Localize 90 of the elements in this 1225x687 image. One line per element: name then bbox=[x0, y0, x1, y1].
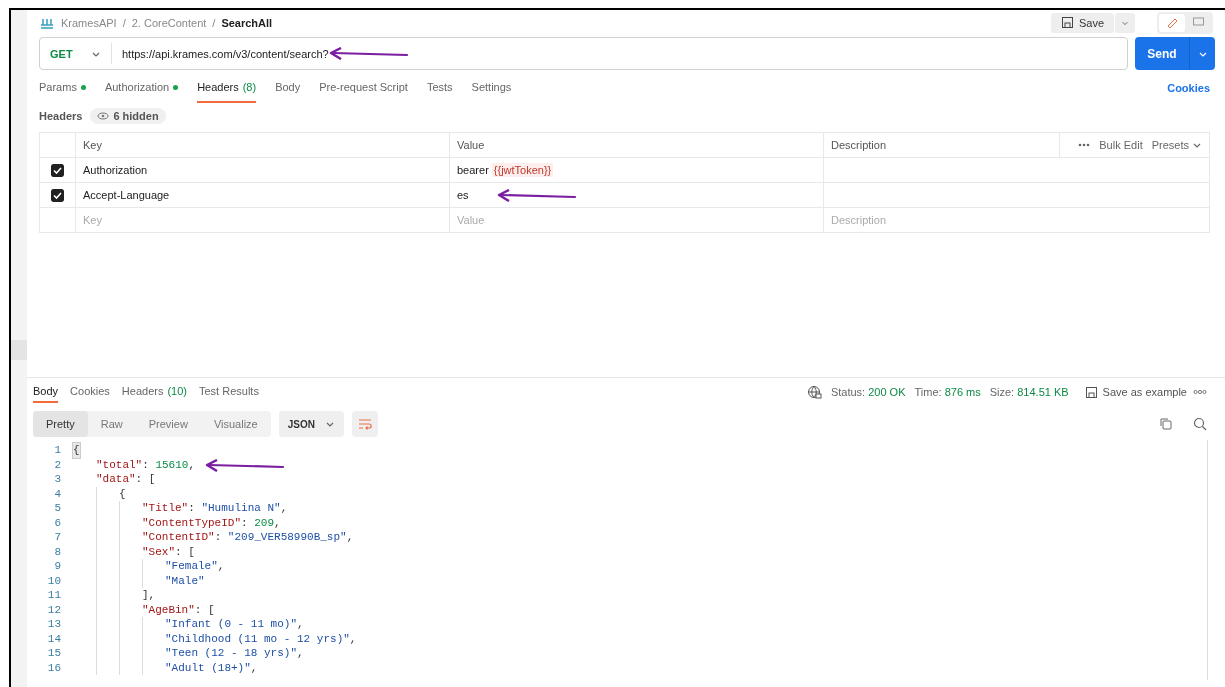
more-icon bbox=[1193, 389, 1207, 395]
eye-icon bbox=[97, 111, 110, 121]
wrap-lines-button[interactable] bbox=[351, 411, 378, 437]
line-number: 7 bbox=[53, 530, 62, 545]
line-number: 4 bbox=[53, 486, 62, 501]
code-line: "Infant (0 - 11 mo)", bbox=[165, 617, 304, 632]
presets-dropdown[interactable]: Presets bbox=[1151, 139, 1202, 151]
table-cell: bearer bbox=[457, 164, 489, 176]
breadcrumb-item[interactable]: 2. CoreContent bbox=[131, 16, 207, 29]
response-tab[interactable]: Test Results bbox=[198, 381, 259, 403]
view-mode-tab[interactable]: Visualize bbox=[200, 411, 271, 437]
code-line: "total": 15610, bbox=[96, 457, 196, 472]
line-number: 5 bbox=[53, 501, 62, 516]
response-tab[interactable]: Body bbox=[33, 381, 59, 403]
code-line: "Childhood (11 mo - 12 yrs)", bbox=[165, 631, 357, 646]
cookies-link[interactable]: Cookies bbox=[1167, 82, 1215, 94]
line-number: 13 bbox=[46, 617, 62, 632]
column-header: Description bbox=[823, 132, 1060, 158]
table-cell: Authorization bbox=[75, 157, 450, 183]
breadcrumb-separator: / bbox=[122, 16, 126, 29]
hidden-headers-toggle[interactable]: 6 hidden bbox=[90, 108, 166, 124]
url-field[interactable]: https://api.krames.com/v3/content/search? bbox=[112, 47, 329, 60]
response-tab[interactable]: Headers (10) bbox=[121, 381, 187, 403]
checkbox[interactable] bbox=[51, 163, 64, 177]
view-mode-tab[interactable]: Pretty bbox=[33, 411, 88, 437]
save-icon bbox=[1084, 385, 1098, 399]
comment-icon bbox=[1191, 16, 1205, 29]
line-number: 1 bbox=[53, 443, 62, 458]
table-cell: es bbox=[457, 189, 469, 201]
more-icon bbox=[1078, 142, 1091, 148]
breadcrumb-separator: / bbox=[212, 16, 216, 29]
code-line: "Female", bbox=[165, 559, 225, 574]
request-tab[interactable]: Headers (8) bbox=[197, 73, 257, 103]
code-line: "Title": "Humulina N", bbox=[142, 501, 288, 516]
save-as-example-button[interactable]: Save as example bbox=[1084, 385, 1187, 399]
code-line: { bbox=[119, 486, 126, 501]
format-dropdown[interactable]: JSON bbox=[278, 411, 344, 437]
line-number: 16 bbox=[46, 660, 62, 675]
line-number: 6 bbox=[53, 515, 62, 530]
code-line: "Sex": [ bbox=[142, 544, 195, 559]
code-line: "ContentID": "209_VER58990B_sp", bbox=[142, 530, 354, 545]
line-number: 15 bbox=[46, 646, 62, 661]
section-title: Headers bbox=[39, 110, 83, 122]
code-line: "ContentTypeID": 209, bbox=[142, 515, 281, 530]
breadcrumb-item[interactable]: KramesAPI bbox=[61, 16, 117, 29]
sidebar-handle[interactable] bbox=[11, 340, 27, 360]
line-number: 11 bbox=[46, 588, 62, 603]
code-line: "data": [ bbox=[96, 472, 156, 487]
response-tab[interactable]: Cookies bbox=[70, 381, 110, 403]
line-number: 8 bbox=[53, 544, 62, 559]
code-line: "Adult (18+)", bbox=[165, 660, 258, 675]
code-line: "Male" bbox=[165, 573, 205, 588]
bulk-edit-button[interactable]: Bulk Edit bbox=[1099, 139, 1143, 151]
checkbox[interactable] bbox=[51, 188, 64, 202]
line-number: 9 bbox=[53, 559, 62, 574]
search-icon bbox=[1193, 417, 1207, 431]
code-line: "Teen (12 - 18 yrs)", bbox=[165, 646, 304, 661]
edit-button[interactable] bbox=[1159, 13, 1185, 32]
status-text: Size: 814.51 KB bbox=[989, 386, 1069, 398]
column-header: Value bbox=[449, 132, 824, 158]
status-text: Status: 200 OK bbox=[830, 386, 906, 398]
variable-tag: {{jwtToken}} bbox=[491, 163, 554, 177]
request-tab[interactable]: Pre-request Script bbox=[319, 73, 408, 103]
request-tab[interactable]: Authorization bbox=[104, 73, 179, 103]
line-number: 10 bbox=[46, 573, 62, 588]
status-text: Time: 876 ms bbox=[914, 386, 981, 398]
save-icon bbox=[1060, 16, 1074, 29]
breadcrumb-item: SearchAll bbox=[221, 16, 273, 29]
request-tab[interactable]: Body bbox=[275, 73, 301, 103]
request-tab[interactable]: Tests bbox=[426, 73, 453, 103]
more-button[interactable] bbox=[1078, 142, 1091, 148]
save-button[interactable]: Save bbox=[1050, 12, 1114, 33]
globe-lock-icon bbox=[806, 384, 822, 400]
code-line: ], bbox=[142, 588, 156, 603]
line-number: 3 bbox=[53, 472, 62, 487]
request-tab[interactable]: Settings bbox=[471, 73, 512, 103]
request-tab[interactable]: Params bbox=[39, 73, 86, 103]
line-number: 12 bbox=[46, 602, 62, 617]
code-line: "AgeBin": [ bbox=[142, 602, 215, 617]
line-number: 14 bbox=[46, 631, 62, 646]
column-header: Key bbox=[75, 132, 450, 158]
line-number: 2 bbox=[53, 457, 62, 472]
view-mode-tab[interactable]: Preview bbox=[135, 411, 201, 437]
save-dropdown-button[interactable] bbox=[1115, 12, 1135, 33]
table-cell: Accept-Language bbox=[75, 182, 450, 208]
pencil-icon bbox=[1165, 16, 1179, 29]
view-mode-tab[interactable]: Raw bbox=[87, 411, 136, 437]
copy-icon bbox=[1159, 417, 1173, 431]
wrap-icon bbox=[357, 417, 372, 431]
method-dropdown[interactable]: GET bbox=[40, 43, 112, 64]
